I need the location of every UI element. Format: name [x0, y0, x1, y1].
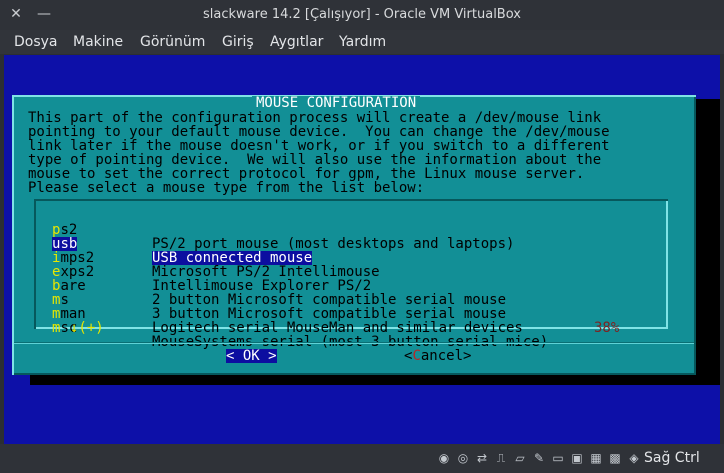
usb-icon[interactable]: ⎍: [493, 450, 509, 466]
mouse-option-usb[interactable]: usb USB connected mouse: [52, 223, 313, 265]
menu-bar: Dosya Makine Görünüm Giriş Aygıtlar Yard…: [0, 30, 724, 54]
video-capture-icon[interactable]: ▣: [569, 450, 585, 466]
cancel-button[interactable]: <Cancel>: [404, 349, 471, 363]
option-description: Microsoft PS/2 Intellimouse: [152, 264, 380, 280]
menu-help[interactable]: Yardım: [339, 30, 386, 54]
mouse-option-exps2[interactable]: exps2 Intellimouse Explorer PS/2: [52, 251, 371, 293]
mouse-option-imps2[interactable]: imps2 Microsoft PS/2 Intellimouse: [52, 237, 380, 279]
option-description: Logitech serial MouseMan and similar dev…: [152, 320, 523, 336]
title-bar: ✕ — slackware 14.2 [Çalışıyor] - Oracle …: [0, 0, 724, 30]
optical-drive-icon[interactable]: ◉: [436, 450, 452, 466]
shared-folders-icon[interactable]: ▱: [512, 450, 528, 466]
dialog-title: MOUSE CONFIGURATION: [252, 96, 421, 110]
recording-icon[interactable]: ▦: [588, 450, 604, 466]
dialog-body-line: link later if the mouse doesn't work, or…: [28, 138, 610, 154]
dialog-body-line: This part of the configuration process w…: [28, 110, 602, 126]
network-icon[interactable]: ⇄: [474, 450, 490, 466]
option-description: USB connected mouse: [152, 250, 313, 266]
option-description: 3 button Microsoft compatible serial mou…: [152, 306, 507, 322]
pencil-icon[interactable]: ✎: [531, 450, 547, 466]
menu-file[interactable]: Dosya: [14, 30, 58, 54]
mouse-option-msc[interactable]: msc MouseSystems serial (most 3 button s…: [52, 307, 548, 349]
processor-icon[interactable]: ▩: [607, 450, 623, 466]
status-bar: ◉ ◎ ⇄ ⎍ ▱ ✎ ▭ ▣ ▦ ▩ ◈ ⬉ ⌨ Sağ Ctrl: [0, 444, 724, 473]
option-description: PS/2 port mouse (most desktops and lapto…: [152, 236, 515, 252]
mouse-option-ps2[interactable]: ps2 PS/2 port mouse (most desktops and l…: [52, 209, 514, 251]
mouse-configuration-dialog: MOUSE CONFIGURATION This part of the con…: [12, 95, 696, 375]
dialog-body-line: Please select a mouse type from the list…: [28, 180, 425, 196]
ok-button[interactable]: < OK >: [226, 349, 277, 363]
display-icon[interactable]: ▭: [550, 450, 566, 466]
button-separator: [14, 342, 694, 344]
menu-machine[interactable]: Makine: [73, 30, 123, 54]
host-key-label: Sağ Ctrl: [644, 450, 700, 466]
menu-devices[interactable]: Aygıtlar: [270, 30, 323, 54]
option-description: Intellimouse Explorer PS/2: [152, 278, 372, 294]
mouse-option-mman[interactable]: mman Logitech serial MouseMan and simila…: [52, 293, 523, 335]
option-description: 2 button Microsoft compatible serial mou…: [152, 292, 507, 308]
scroll-down-indicator[interactable]: ↓(+): [70, 321, 104, 335]
dialog-body-line: type of pointing device. We will also us…: [28, 152, 602, 168]
dialog-body-line: pointing to your default mouse device. Y…: [28, 124, 610, 140]
vm-display[interactable]: MOUSE CONFIGURATION This part of the con…: [4, 55, 720, 444]
menu-input[interactable]: Giriş: [222, 30, 254, 54]
dialog-body-line: mouse to set the correct protocol for gp…: [28, 166, 585, 182]
scroll-percent: 38%: [594, 320, 620, 336]
cpu-load-icon[interactable]: ◈: [626, 450, 642, 466]
mouse-option-ms[interactable]: ms 3 button Microsoft compatible serial …: [52, 279, 506, 321]
mouse-option-bare[interactable]: bare 2 button Microsoft compatible seria…: [52, 265, 506, 307]
audio-icon[interactable]: ◎: [455, 450, 471, 466]
menu-view[interactable]: Görünüm: [140, 30, 205, 54]
window-title: slackware 14.2 [Çalışıyor] - Oracle VM V…: [203, 7, 521, 22]
